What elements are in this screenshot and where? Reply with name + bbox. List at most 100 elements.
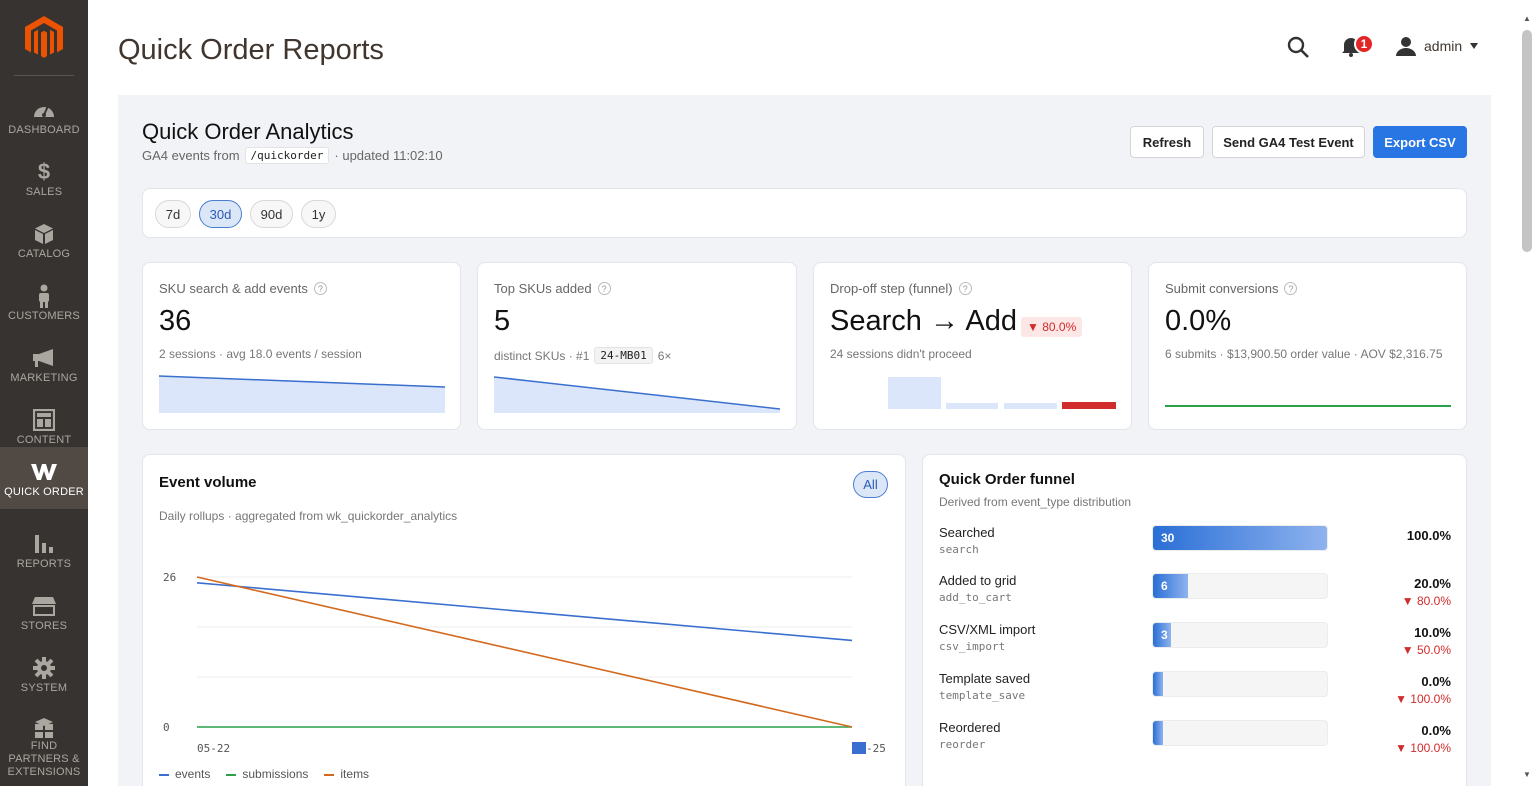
kpi-subtext: 6 submits · $13,900.50 order value · AOV… <box>1165 347 1443 361</box>
nav-label: MARKETING <box>10 372 78 384</box>
nav-label: FIND PARTNERS & EXTENSIONS <box>7 740 81 778</box>
funnel-bar-fill <box>1153 574 1189 598</box>
funnel-step-code: csv_import <box>939 640 1006 653</box>
user-menu[interactable]: admin <box>1396 34 1479 58</box>
kpi-label: Drop-off step (funnel)? <box>830 281 972 296</box>
sku-sparkline <box>494 376 780 413</box>
export-csv-button[interactable]: Export CSV <box>1373 126 1467 158</box>
route-path-chip: /quickorder <box>244 147 330 164</box>
funnel-row-search: Searched search 30 100.0% <box>939 525 1451 565</box>
help-icon[interactable]: ? <box>313 282 327 295</box>
kpi-value: Search → Add <box>830 305 1017 337</box>
user-avatar-icon <box>1396 37 1416 56</box>
nav-label: DASHBOARD <box>8 124 80 136</box>
range-30d-pill[interactable]: 30d <box>199 200 242 228</box>
page-title: Quick Order Reports <box>118 34 384 66</box>
event-volume-subtitle: Daily rollups · aggregated from wk_quick… <box>159 509 458 523</box>
funnel-step-percent: 100.0% <box>1406 528 1451 543</box>
refresh-button[interactable]: Refresh <box>1130 126 1204 158</box>
help-icon[interactable]: ? <box>597 282 611 295</box>
range-7d-pill[interactable]: 7d <box>155 200 191 228</box>
nav-label: CONTENT <box>16 434 72 446</box>
funnel-step-name: Added to grid <box>939 573 1017 588</box>
kpi-value: 5 <box>494 305 511 337</box>
nav-dashboard[interactable]: DASHBOARD <box>0 85 88 147</box>
range-1y-pill[interactable]: 1y <box>301 200 336 228</box>
sku-chip: 24-MB01 <box>594 347 653 364</box>
kpi-value: 36 <box>159 305 192 337</box>
range-90d-pill[interactable]: 90d <box>250 200 293 228</box>
cubes-icon <box>31 717 57 739</box>
funnel-row-csv-import: CSV/XML import csv_import 3 10.0% ▼ 50.0% <box>939 622 1451 662</box>
funnel-step-percent: 0.0% <box>1421 723 1451 738</box>
kpi-card-top-skus: Top SKUs added? 5 distinct SKUs · #1 24-… <box>477 262 797 430</box>
series-line-items <box>196 576 853 728</box>
event-volume-chart: 26 0 05-22 -25 <box>163 571 886 755</box>
funnel-bar-fill <box>1153 721 1163 745</box>
magento-logo-icon[interactable] <box>24 15 64 60</box>
funnel-subtitle: Derived from event_type distribution <box>939 495 1132 509</box>
subtitle-prefix: GA4 events from <box>142 148 240 163</box>
send-ga4-test-event-button[interactable]: Send GA4 Test Event <box>1212 126 1365 158</box>
kpi-card-search-events: SKU search & add events? 36 2 sessions ·… <box>142 262 461 430</box>
funnel-step-name: Template saved <box>939 671 1031 686</box>
funnel-bar-track <box>1152 671 1328 697</box>
series-line-events <box>196 581 853 642</box>
nav-system[interactable]: SYSTEM <box>0 643 88 705</box>
event-volume-title: Event volume <box>159 474 257 491</box>
funnel-step-code: add_to_cart <box>939 591 1012 604</box>
search-icon[interactable] <box>1286 35 1310 59</box>
funnel-bar-track: 3 <box>1152 622 1328 648</box>
legend-item-items[interactable]: items <box>324 767 369 781</box>
kpi-value: 0.0% <box>1165 305 1232 337</box>
nav-label: QUICK ORDER <box>4 486 84 498</box>
legend-item-events[interactable]: events <box>159 767 210 781</box>
person-icon <box>31 283 57 309</box>
notification-count-badge[interactable]: 1 <box>1354 34 1374 54</box>
logo-divider <box>14 75 74 76</box>
legend-item-submissions[interactable]: submissions <box>226 767 308 781</box>
nav-sales[interactable]: $ SALES <box>0 147 88 209</box>
funnel-bar-track: 30 <box>1152 525 1328 551</box>
funnel-bar-fill <box>1153 672 1163 696</box>
nav-quick-order[interactable]: QUICK ORDER <box>0 447 88 509</box>
nav-find-partners[interactable]: FIND PARTNERS & EXTENSIONS <box>0 705 88 778</box>
nav-stores[interactable]: STORES <box>0 581 88 643</box>
funnel-bar-count: 30 <box>1161 531 1175 545</box>
dropoff-badge: ▼ 80.0% <box>1021 317 1083 337</box>
series-filter-all-pill[interactable]: All <box>853 471 888 498</box>
date-range-card: 7d 30d 90d 1y <box>142 188 1467 238</box>
funnel-step-drop: ▼ 100.0% <box>1395 741 1451 755</box>
megaphone-icon <box>31 345 57 371</box>
nav-label: CATALOG <box>17 248 71 260</box>
funnel-bar-count: 3 <box>1161 628 1168 642</box>
funnel-step-code: reorder <box>939 738 986 751</box>
nav-catalog[interactable]: CATALOG <box>0 209 88 271</box>
user-name: admin <box>1424 38 1463 54</box>
help-icon[interactable]: ? <box>1284 282 1298 295</box>
kpi-label: Submit conversions? <box>1165 281 1298 296</box>
funnel-step-code: search <box>939 543 979 556</box>
scroll-down-arrow[interactable]: ▼ <box>1522 770 1532 780</box>
funnel-row-reorder: Reordered reorder 0.0% ▼ 100.0% <box>939 720 1451 760</box>
quick-order-funnel-card: Quick Order funnel Derived from event_ty… <box>922 454 1467 786</box>
funnel-step-name: CSV/XML import <box>939 622 1036 637</box>
scroll-up-arrow[interactable]: ▲ <box>1522 14 1532 24</box>
dashboard-icon <box>31 97 57 123</box>
nav-customers[interactable]: CUSTOMERS <box>0 271 88 333</box>
layout-icon <box>31 407 57 433</box>
search-sparkline <box>159 375 445 413</box>
kpi-card-submit-conversions: Submit conversions? 0.0% 6 submits · $13… <box>1148 262 1467 430</box>
funnel-bar-track <box>1152 720 1328 746</box>
analytics-title: Quick Order Analytics <box>142 119 354 144</box>
box-icon <box>31 221 57 247</box>
nav-label: SYSTEM <box>20 682 68 694</box>
gear-icon <box>31 655 57 681</box>
kpi-label: Top SKUs added? <box>494 281 611 296</box>
scrollbar-thumb[interactable] <box>1522 30 1532 252</box>
x-tick-highlight <box>852 742 866 754</box>
nav-reports[interactable]: REPORTS <box>0 519 88 581</box>
nav-marketing[interactable]: MARKETING <box>0 333 88 395</box>
help-icon[interactable]: ? <box>958 282 972 295</box>
funnel-title: Quick Order funnel <box>939 471 1075 488</box>
